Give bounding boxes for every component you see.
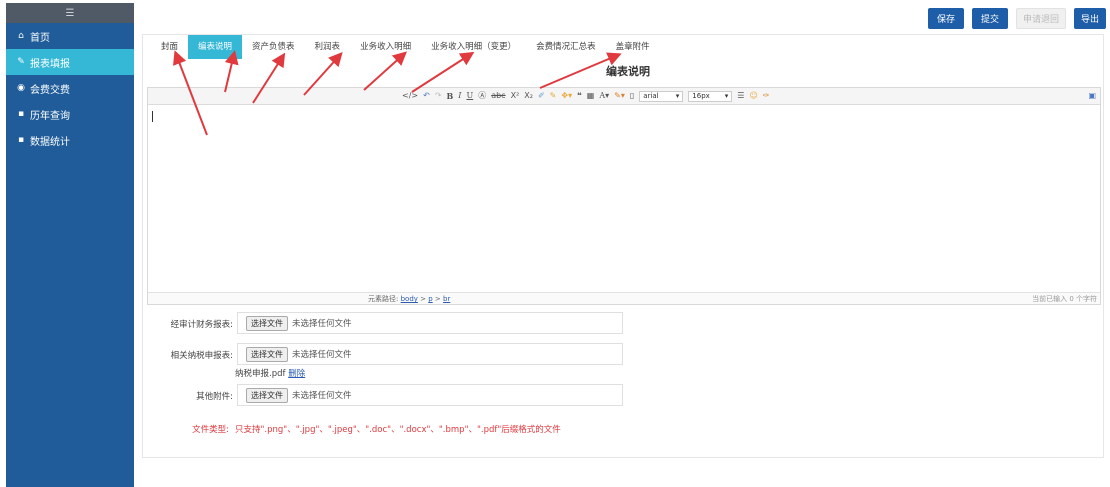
- home-icon: ⌂: [18, 31, 24, 41]
- export-button[interactable]: 导出: [1074, 8, 1106, 29]
- bold-icon[interactable]: B: [447, 92, 454, 100]
- sidebar-item-statistics[interactable]: ▪ 数据统计: [6, 127, 134, 153]
- tab-business-income[interactable]: 业务收入明细: [350, 35, 421, 59]
- element-path-label: 元素路径:: [368, 295, 399, 303]
- format-match-icon[interactable]: ✐: [538, 92, 545, 100]
- char-count: 当前已输入 0 个字符: [1032, 295, 1097, 303]
- subscript-icon[interactable]: X₂: [524, 92, 533, 100]
- spellcheck-icon[interactable]: ✑: [763, 92, 770, 100]
- font-family-value: arial: [643, 92, 659, 100]
- superscript-icon[interactable]: X²: [511, 92, 520, 100]
- tab-fee-summary[interactable]: 会费情况汇总表: [526, 35, 606, 59]
- sidebar-item-label: 历年查询: [30, 110, 70, 122]
- sidebar-item-report-fill[interactable]: ✎ 报表填报: [6, 49, 134, 75]
- sidebar-item-label: 数据统计: [30, 136, 70, 148]
- choose-file-button[interactable]: 选择文件: [246, 387, 288, 403]
- strikethrough-icon[interactable]: abc: [491, 92, 505, 100]
- element-path: 元素路径: body > p > br: [368, 295, 451, 303]
- tab-income-statement[interactable]: 利润表: [305, 35, 351, 59]
- paste-plain-icon[interactable]: ▦: [587, 92, 595, 100]
- save-button[interactable]: 保存: [928, 8, 964, 29]
- font-family-select[interactable]: arial ▾: [639, 90, 684, 102]
- text-caret: [152, 111, 153, 122]
- sidebar-item-home[interactable]: ⌂ 首页: [6, 23, 134, 49]
- attached-file-name: 纳税申报.pdf: [235, 369, 286, 379]
- report-tabs: 封面 编表说明 资产负债表 利润表 业务收入明细 业务收入明细（变更） 会费情况…: [151, 35, 660, 59]
- sidebar-item-history[interactable]: ▪ 历年查询: [6, 101, 134, 127]
- italic-icon[interactable]: I: [458, 92, 461, 100]
- path-p-link[interactable]: p: [428, 295, 432, 303]
- chevron-down-icon: ▾: [675, 92, 680, 100]
- emoji-icon[interactable]: ☺: [749, 92, 757, 100]
- sidebar: ☰ ⌂ 首页 ✎ 报表填报 ◉ 会费交费 ▪ 历年查询 ▪ 数据统计: [6, 3, 134, 487]
- font-size-value: 16px: [692, 92, 710, 100]
- editor-content-area[interactable]: [148, 105, 1100, 292]
- edit-icon: ✎: [17, 57, 25, 67]
- path-br-link[interactable]: br: [443, 295, 450, 303]
- editor-toolbar: </> ↶ ↷ B I U Ⓐ abc X² X₂ ✐ ✎ ✥▾ ❝ ▦ A▾ …: [148, 88, 1100, 105]
- chevron-down-icon: ▾: [724, 92, 729, 100]
- underline-icon[interactable]: U: [466, 92, 473, 100]
- tab-business-income-changed[interactable]: 业务收入明细（变更）: [421, 35, 526, 59]
- editor-statusbar: 元素路径: body > p > br 当前已输入 0 个字符: [148, 292, 1100, 304]
- blockquote-icon[interactable]: ❝: [577, 92, 582, 100]
- file-status: 未选择任何文件: [292, 350, 352, 360]
- sidebar-item-label: 会费交费: [30, 84, 70, 96]
- font-size-select[interactable]: 16px ▾: [688, 90, 733, 102]
- file-types-label: 文件类型:: [192, 425, 229, 435]
- autotypeset-icon[interactable]: ✥▾: [561, 92, 572, 100]
- highlight-color-icon[interactable]: ✎▾: [614, 92, 625, 100]
- history-icon: ▪: [17, 109, 25, 119]
- tab-balance-sheet[interactable]: 资产负债表: [242, 35, 305, 59]
- undo-icon[interactable]: ↶: [423, 92, 430, 100]
- sidebar-item-fee-payment[interactable]: ◉ 会费交费: [6, 75, 134, 101]
- audited-report-label: 经审计财务报表:: [170, 320, 233, 330]
- delete-file-link[interactable]: 删除: [288, 369, 305, 379]
- tax-return-file-input[interactable]: 选择文件 未选择任何文件: [237, 343, 623, 365]
- sidebar-toggle[interactable]: ☰: [6, 3, 134, 23]
- sidebar-item-label: 首页: [30, 32, 50, 44]
- sidebar-item-label: 报表填报: [30, 58, 70, 70]
- page-title: 编表说明: [606, 65, 650, 78]
- rich-text-editor[interactable]: </> ↶ ↷ B I U Ⓐ abc X² X₂ ✐ ✎ ✥▾ ❝ ▦ A▾ …: [147, 87, 1101, 305]
- attached-file: 纳税申报.pdf 删除: [235, 367, 305, 379]
- tab-sealed-attachment[interactable]: 盖章附件: [606, 35, 660, 59]
- select-all-icon[interactable]: ▯: [630, 92, 634, 100]
- choose-file-button[interactable]: 选择文件: [246, 315, 288, 331]
- other-attachments-label: 其他附件:: [196, 392, 233, 402]
- paragraph-format-icon[interactable]: ☰: [737, 92, 744, 100]
- border-text-icon[interactable]: Ⓐ: [478, 92, 486, 100]
- tax-return-label: 相关纳税申报表:: [170, 351, 233, 361]
- choose-file-button[interactable]: 选择文件: [246, 346, 288, 362]
- request-return-button[interactable]: 申请退回: [1016, 8, 1066, 29]
- clear-format-icon[interactable]: ✎: [550, 92, 557, 100]
- report-panel: 封面 编表说明 资产负债表 利润表 业务收入明细 业务收入明细（变更） 会费情况…: [142, 34, 1104, 458]
- other-attachments-file-input[interactable]: 选择文件 未选择任何文件: [237, 384, 623, 406]
- file-types-note: 只支持".png"、".jpg"、".jpeg"、".doc"、".docx"、…: [235, 425, 561, 435]
- font-color-icon[interactable]: A▾: [599, 92, 609, 100]
- file-status: 未选择任何文件: [292, 319, 352, 329]
- redo-icon[interactable]: ↷: [435, 92, 442, 100]
- path-body-link[interactable]: body: [401, 295, 418, 303]
- coin-icon: ◉: [17, 83, 25, 93]
- file-status: 未选择任何文件: [292, 391, 352, 401]
- submit-button[interactable]: 提交: [972, 8, 1008, 29]
- grid-icon: ☰: [65, 7, 75, 19]
- audited-report-file-input[interactable]: 选择文件 未选择任何文件: [237, 312, 623, 334]
- fullscreen-icon[interactable]: ▣: [1088, 92, 1096, 100]
- tab-instructions[interactable]: 编表说明: [188, 35, 243, 59]
- tab-cover[interactable]: 封面: [151, 35, 188, 59]
- source-icon[interactable]: </>: [402, 92, 418, 100]
- chart-icon: ▪: [17, 135, 25, 145]
